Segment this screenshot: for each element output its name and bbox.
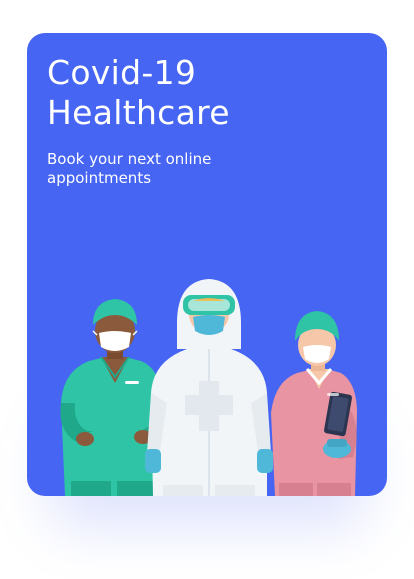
card-title-line-2: Healthcare [47, 93, 230, 132]
covid-healthcare-card[interactable]: Covid-19 Healthcare Book your next onlin… [27, 33, 387, 496]
card-title-line-1: Covid-19 [47, 53, 197, 92]
card-title: Covid-19 Healthcare [47, 53, 347, 133]
screen: Covid-19 Healthcare Book your next onlin… [0, 0, 414, 579]
nurse-right-icon [271, 311, 357, 496]
hazmat-worker-icon [145, 279, 273, 496]
card-subtitle: Book your next online appointments [47, 150, 212, 187]
medical-staff-illustration [27, 253, 387, 496]
